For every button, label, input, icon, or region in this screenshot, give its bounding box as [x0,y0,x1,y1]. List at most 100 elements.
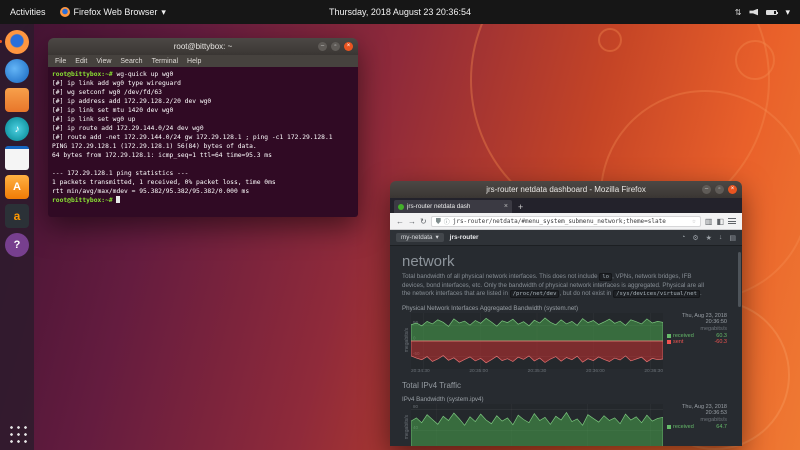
url-bar[interactable]: ⓘ jrs-router/netdata/#menu_system_submen… [430,215,701,227]
netdata-favicon [398,203,404,210]
forward-icon[interactable]: → [408,217,416,226]
volume-icon [749,8,759,16]
legend-sent[interactable]: sent -60.3 [667,339,727,345]
x-tick: 20:36:00 [585,368,605,374]
netdata-page: my-netdata ▾ jrs-router ◔ ⚙ ★ ↓ ▤ network To… [390,230,742,446]
chevron-down-icon: ▾ [161,6,166,17]
svg-text:80: 80 [413,404,419,409]
chart-legend[interactable]: Thu, Aug 23, 2018 20:36:50 megabits/s recei… [663,313,727,369]
dock-item-files-icon[interactable] [5,88,29,112]
terminal-line: 1 packets transmitted, 1 received, 0% pa… [52,179,276,186]
hostname[interactable]: jrs-router [450,234,479,241]
x-tick: 20:34:30 [411,368,430,374]
chart-title: IPv4 Bandwidth (system.ipv4) [402,395,484,403]
dock-item-amazon-icon[interactable]: a [5,204,29,228]
firefox-titlebar[interactable]: jrs-router netdata dashboard - Mozilla F… [390,181,742,198]
page-title: network [402,253,455,270]
terminal-menu-terminal[interactable]: Terminal [152,58,178,65]
dock-item-thunderbird-icon[interactable] [5,59,29,83]
highlight-icon[interactable]: ★ [706,234,712,242]
chevron-down-icon: ▾ [435,234,439,241]
settings-icon[interactable]: ⚙ [692,234,698,242]
legend-received[interactable]: received 64.7 [667,424,727,430]
minimize-button[interactable]: – [702,185,711,194]
x-tick: 20:35:30 [527,368,547,374]
top-bar: Activities Firefox Web Browser ▾ Thursda… [0,0,800,24]
scrollbar[interactable] [738,252,741,307]
new-tab-button[interactable]: + [518,202,523,212]
inline-code: lo [599,273,613,281]
section-title: Total IPv4 Traffic [402,380,461,390]
inline-code: /sys/devices/virtual/net [613,290,700,298]
dock-item-firefox-icon[interactable] [0,30,29,54]
firefox-window: jrs-router netdata dashboard - Mozilla F… [390,181,742,446]
chart-canvas[interactable]: 8040 [411,403,663,447]
chart-legend[interactable]: Thu, Aug 23, 2018 20:36:53 megabits/s recei… [663,404,727,447]
app-menu[interactable]: Firefox Web Browser ▾ [59,6,166,18]
close-button[interactable]: × [344,42,353,51]
x-tick: 20:36:30 [644,368,663,374]
legend-unit: megabits/s [700,325,727,332]
terminal-line: [#] wg setconf wg0 /dev/fd/63 [52,89,162,96]
activities-button[interactable]: Activities [10,7,46,17]
bookmark-star-icon[interactable]: ☆ [692,217,696,225]
terminal-menu-help[interactable]: Help [187,58,201,65]
import-icon[interactable]: ↓ [719,234,723,242]
maximize-button[interactable]: ▫ [715,185,724,194]
tab-bar: jrs-router netdata dash × + [390,198,742,213]
tab-label: jrs-router netdata dash [407,203,471,210]
dock-item-help-icon[interactable]: ? [5,233,29,257]
terminal-line: --- 172.29.128.1 ping statistics --- [52,170,189,177]
my-netdata-dropdown[interactable]: my-netdata ▾ [396,233,444,242]
terminal-line: [#] ip link add wg0 type wireguard [52,80,181,87]
legend-time: 20:36:50 [705,318,727,325]
terminal-line: root@bittybox:~# wg-quick up wg0 [52,71,174,78]
dock-item-software-icon[interactable]: A [5,175,29,199]
back-icon[interactable]: ← [396,217,404,226]
terminal-menu-file[interactable]: File [55,58,66,65]
site-info-icon[interactable]: ⓘ [444,217,450,226]
maximize-button[interactable]: ▫ [331,42,340,51]
y-axis-unit: megabits/s [403,328,410,353]
terminal-line: PING 172.29.128.1 (172.29.128.1) 56(84) … [52,143,257,150]
inline-code: /proc/net/dev [509,290,560,298]
app-menu-label: Firefox Web Browser [73,7,158,17]
dock: ♪ Aa? [0,24,34,450]
url-text: jrs-router/netdata/#menu_system_submenu_… [452,217,666,225]
network-icon: ⇅ [734,7,742,17]
my-netdata-label: my-netdata [401,234,433,241]
tab-netdata[interactable]: jrs-router netdata dash × [394,200,512,213]
terminal-titlebar[interactable]: root@bittybox: ~ – ▫ × [48,38,358,55]
menu-icon[interactable] [728,218,736,224]
legend-unit: megabits/s [700,416,727,423]
reload-icon[interactable]: ↻ [420,217,427,226]
chart-canvas[interactable]: 500-50 [411,312,663,369]
terminal-line: root@bittybox:~# [52,196,354,205]
terminal-title: root@bittybox: ~ [173,42,233,51]
dock-item-libreoffice-icon[interactable] [5,146,29,170]
shield-icon[interactable] [435,218,441,224]
terminal-line: [#] route add -net 172.29.144.0/24 gw 17… [52,134,333,141]
sidebar-icon[interactable]: ◧ [716,217,724,226]
terminal-menu-edit[interactable]: Edit [75,58,87,65]
tab-close-icon[interactable]: × [504,203,508,210]
terminal-output[interactable]: root@bittybox:~# wg-quick up wg0 [#] ip l… [48,67,358,217]
dock-item-rhythmbox-icon[interactable]: ♪ [5,117,29,141]
alarms-icon[interactable]: ◔ [681,234,685,242]
wallpaper-circle [735,40,775,80]
terminal-menu-view[interactable]: View [96,58,111,65]
library-icon[interactable]: ▥ [705,217,713,226]
firefox-title: jrs-router netdata dashboard - Mozilla F… [486,185,646,194]
x-tick: 20:35:00 [469,368,489,374]
terminal-line: [#] ip link set mtu 1420 dev wg0 [52,107,174,114]
terminal-menubar: File Edit View Search Terminal Help [48,55,358,67]
terminal-menu-search[interactable]: Search [120,58,142,65]
netdata-navbar: my-netdata ▾ jrs-router ◔ ⚙ ★ ↓ ▤ [390,230,742,246]
print-icon[interactable]: ▤ [729,234,736,242]
dock-item-show-apps-icon[interactable] [6,423,28,444]
minimize-button[interactable]: – [318,42,327,51]
system-status-area[interactable]: ⇅ ▾ [735,7,790,18]
terminal-line: [#] ip route add 172.29.144.0/24 dev wg0 [52,125,204,132]
close-button[interactable]: × [728,185,737,194]
